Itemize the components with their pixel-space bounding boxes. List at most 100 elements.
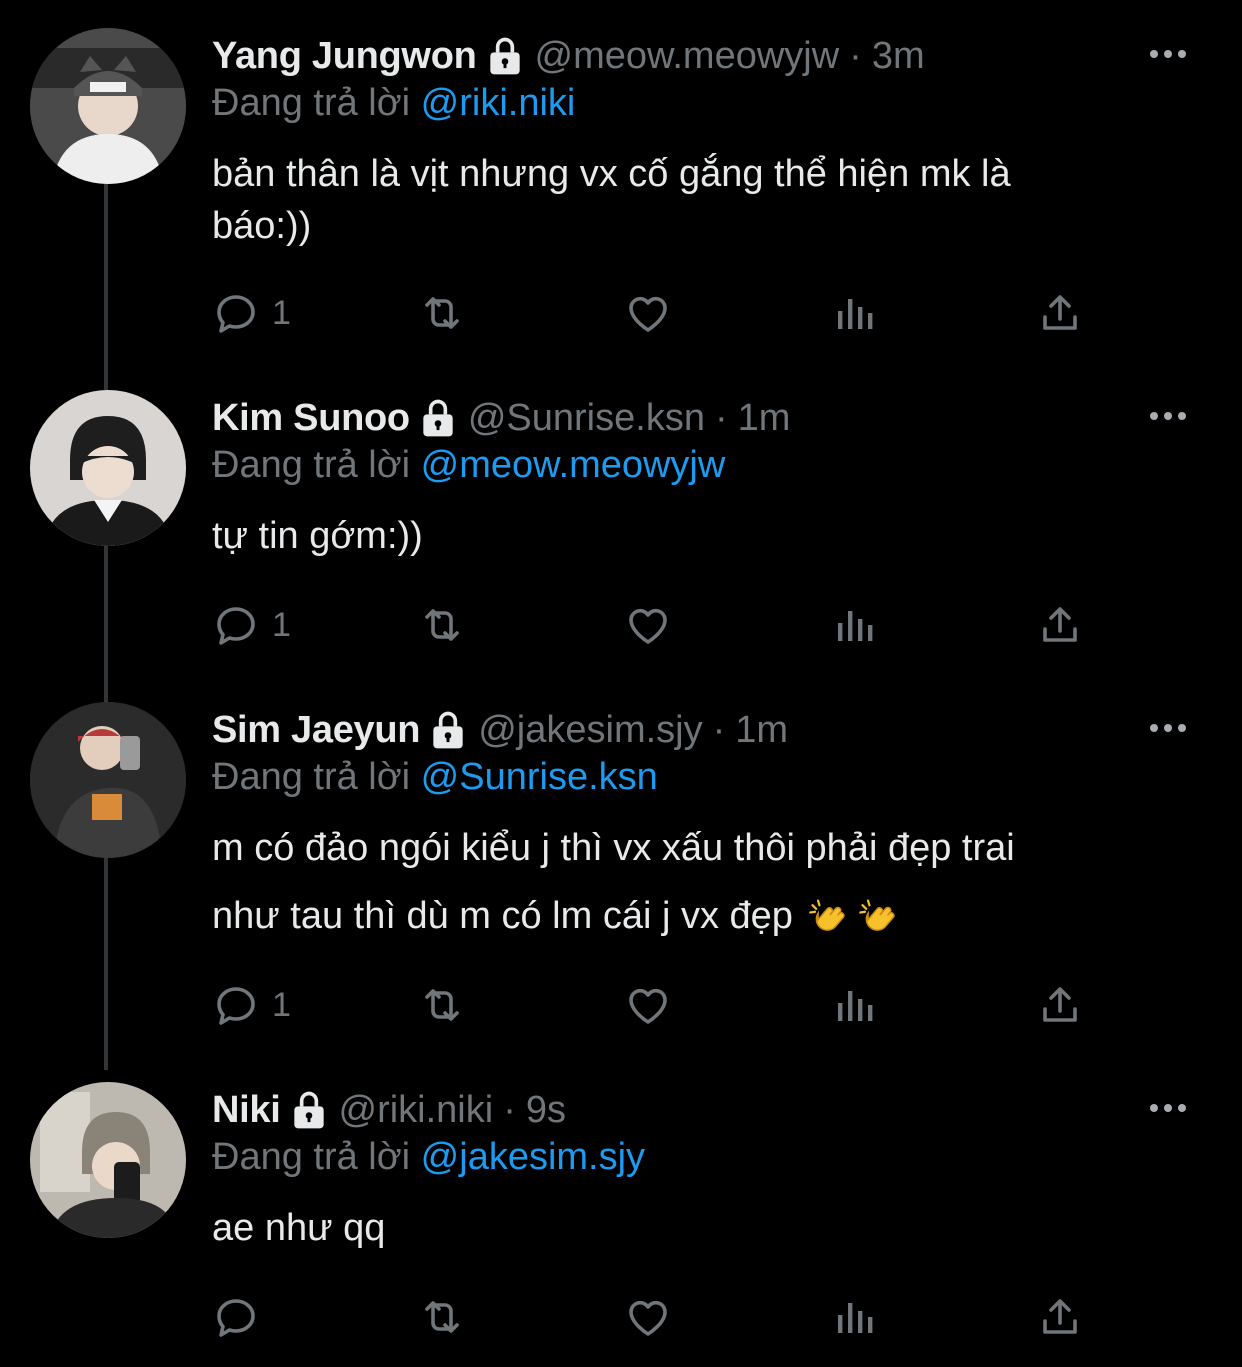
reply-context: Đang trả lời @riki.niki: [212, 82, 1202, 134]
share-icon: [1036, 981, 1084, 1029]
reply-mention-link[interactable]: @jakesim.sjy: [421, 1136, 645, 1178]
author-name[interactable]: Sim Jaeyun: [212, 709, 421, 752]
tweet[interactable]: Kim Sunoo @Sunrise.ksn · 1m Đang trả lời…: [0, 390, 1242, 660]
retweet-icon: [418, 289, 466, 337]
tweet[interactable]: Yang Jungwon @meow.meowyjw · 3m Đang trả…: [0, 28, 1242, 348]
views-button[interactable]: [830, 600, 878, 650]
reply-button[interactable]: [212, 1292, 260, 1342]
heart-icon: [624, 601, 672, 649]
like-button[interactable]: [624, 600, 672, 650]
separator-dot: ·: [849, 34, 862, 77]
share-button[interactable]: [1036, 600, 1084, 650]
action-bar: 1: [0, 288, 1242, 344]
tweet-text-line: m có đảo ngói kiểu j thì vx xấu thôi phả…: [212, 827, 1015, 869]
timestamp[interactable]: 3m: [872, 35, 925, 78]
reply-prefix: Đang trả lời: [212, 444, 411, 486]
reply-button[interactable]: 1: [212, 600, 291, 650]
views-icon: [830, 289, 878, 337]
share-button[interactable]: [1036, 980, 1084, 1030]
more-icon[interactable]: [1148, 406, 1188, 426]
action-bar: 1: [0, 980, 1242, 1036]
lock-icon: [426, 708, 470, 752]
reply-icon: [212, 981, 260, 1029]
reply-count: 1: [272, 293, 291, 332]
author-name[interactable]: Yang Jungwon: [212, 35, 477, 78]
separator-dot: ·: [503, 1088, 516, 1131]
retweet-icon: [418, 981, 466, 1029]
tweet[interactable]: Sim Jaeyun @jakesim.sjy · 1m Đang trả lờ…: [0, 702, 1242, 1042]
views-icon: [830, 1293, 878, 1341]
avatar[interactable]: [30, 1082, 186, 1238]
share-button[interactable]: [1036, 1292, 1084, 1342]
timestamp[interactable]: 1m: [735, 709, 788, 752]
views-icon: [830, 981, 878, 1029]
author-name[interactable]: Niki: [212, 1089, 281, 1132]
tweet-text: ae như qq: [212, 1202, 1202, 1254]
tweet-text-line: như tau thì dù m có lm cái j vx đẹp: [212, 895, 793, 937]
like-button[interactable]: [624, 288, 672, 338]
tweet-text-line: ae như qq: [212, 1207, 386, 1249]
reply-prefix: Đang trả lời: [212, 82, 411, 124]
reply-context: Đang trả lời @jakesim.sjy: [212, 1136, 1202, 1188]
avatar[interactable]: [30, 702, 186, 858]
tweet-text: m có đảo ngói kiểu j thì vx xấu thôi phả…: [212, 814, 1202, 950]
heart-icon: [624, 1293, 672, 1341]
retweet-button[interactable]: [418, 980, 466, 1030]
retweet-icon: [418, 601, 466, 649]
author-handle[interactable]: @jakesim.sjy: [478, 709, 702, 752]
reply-icon: [212, 601, 260, 649]
share-icon: [1036, 1293, 1084, 1341]
tweet-text: tự tin gớm:)): [212, 510, 1202, 562]
retweet-button[interactable]: [418, 1292, 466, 1342]
reply-context: Đang trả lời @meow.meowyjw: [212, 444, 1202, 496]
like-button[interactable]: [624, 1292, 672, 1342]
retweet-button[interactable]: [418, 600, 466, 650]
views-button[interactable]: [830, 1292, 878, 1342]
action-bar: [0, 1292, 1242, 1348]
author-handle[interactable]: @Sunrise.ksn: [468, 397, 705, 440]
tweet-text-line-with-emoji: như tau thì dù m có lm cái j vx đẹp: [212, 882, 1202, 950]
separator-dot: ·: [714, 396, 728, 439]
like-button[interactable]: [624, 980, 672, 1030]
reply-button[interactable]: 1: [212, 980, 291, 1030]
more-icon[interactable]: [1148, 718, 1188, 738]
author-handle[interactable]: @meow.meowyjw: [535, 35, 840, 78]
reply-mention-link[interactable]: @Sunrise.ksn: [421, 756, 658, 798]
timestamp[interactable]: 9s: [526, 1089, 566, 1132]
retweet-icon: [418, 1293, 466, 1341]
views-button[interactable]: [830, 980, 878, 1030]
reply-prefix: Đang trả lời: [212, 1136, 411, 1178]
reply-count: 1: [272, 605, 291, 644]
separator-dot: ·: [712, 708, 726, 751]
more-icon[interactable]: [1148, 44, 1188, 64]
share-button[interactable]: [1036, 288, 1084, 338]
tweet-text-line: báo:)): [212, 205, 312, 247]
reply-prefix: Đang trả lời: [212, 756, 411, 798]
avatar[interactable]: [30, 28, 186, 184]
timestamp[interactable]: 1m: [738, 397, 791, 440]
heart-icon: [624, 289, 672, 337]
retweet-button[interactable]: [418, 288, 466, 338]
author-handle[interactable]: @riki.niki: [339, 1089, 494, 1132]
views-icon: [830, 601, 878, 649]
clapping-hands-emoji: [807, 896, 851, 940]
reply-icon: [212, 1293, 260, 1341]
views-button[interactable]: [830, 288, 878, 338]
avatar[interactable]: [30, 390, 186, 546]
tweet-text: bản thân là vịt nhưng vx cố gắng thể hiệ…: [212, 148, 1202, 252]
reply-context: Đang trả lời @Sunrise.ksn: [212, 756, 1202, 808]
reply-mention-link[interactable]: @meow.meowyjw: [421, 444, 726, 486]
lock-icon: [287, 1088, 331, 1132]
share-icon: [1036, 601, 1084, 649]
reply-mention-link[interactable]: @riki.niki: [421, 82, 576, 124]
more-icon[interactable]: [1148, 1098, 1188, 1118]
tweet[interactable]: Niki @riki.niki · 9s Đang trả lời @jakes…: [0, 1082, 1242, 1352]
lock-icon: [483, 34, 527, 78]
heart-icon: [624, 981, 672, 1029]
action-bar: 1: [0, 600, 1242, 656]
share-icon: [1036, 289, 1084, 337]
author-name[interactable]: Kim Sunoo: [212, 397, 410, 440]
tweet-text-line: tự tin gớm:)): [212, 515, 423, 557]
lock-icon: [416, 396, 460, 440]
reply-button[interactable]: 1: [212, 288, 291, 338]
